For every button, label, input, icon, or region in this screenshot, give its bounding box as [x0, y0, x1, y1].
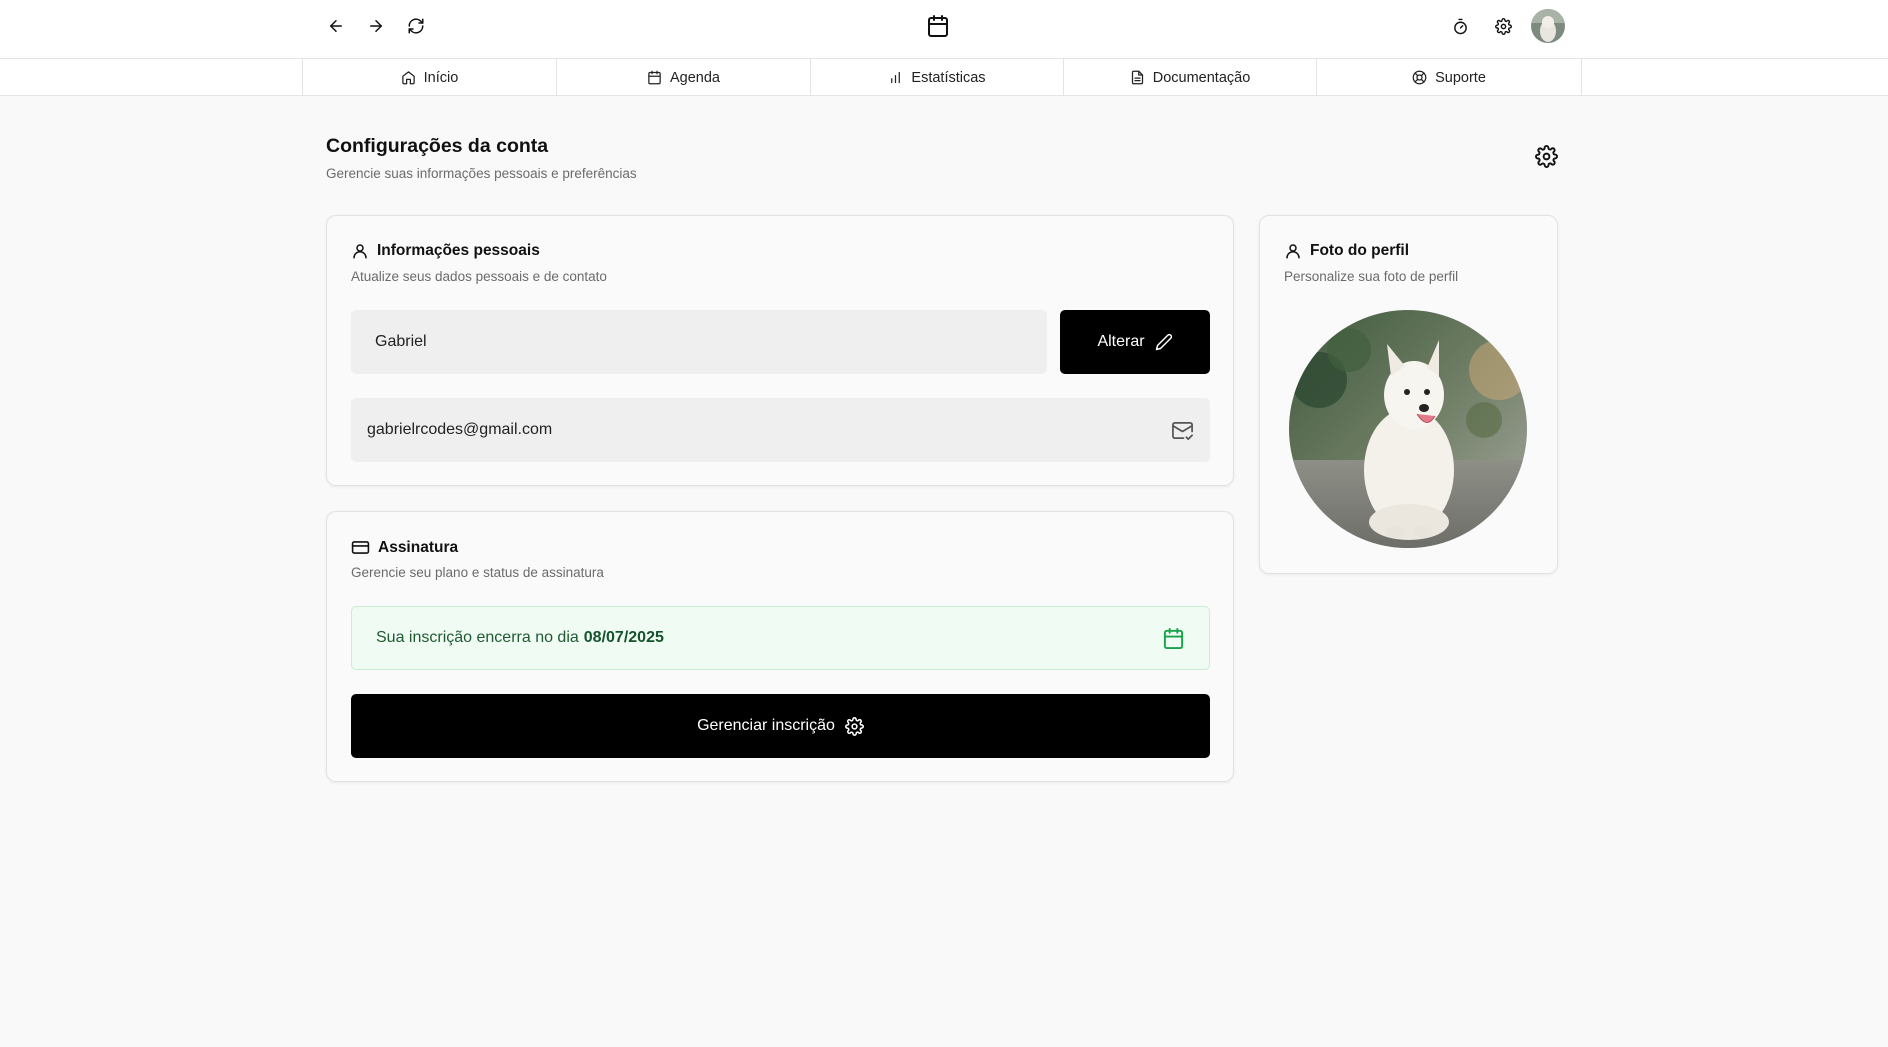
back-button[interactable]	[318, 8, 354, 44]
timer-button[interactable]	[1442, 8, 1478, 44]
subscription-status: Sua inscrição encerra no dia 08/07/2025	[351, 606, 1210, 670]
card-title: Foto do perfil	[1284, 242, 1409, 260]
bar-chart-icon	[891, 71, 901, 84]
change-name-button[interactable]: Alterar	[1060, 310, 1210, 374]
subscription-card: Assinatura Gerencie seu plano e status d…	[326, 511, 1234, 782]
mail-check-icon	[1172, 421, 1193, 440]
manage-button-label: Gerenciar inscrição	[697, 717, 835, 734]
pencil-icon	[1155, 333, 1172, 351]
arrow-left-icon	[330, 20, 342, 32]
user-avatar[interactable]	[1531, 9, 1565, 43]
gear-icon	[844, 716, 864, 736]
tab-label: Estatísticas	[911, 69, 986, 86]
home-icon	[401, 71, 415, 85]
tab-suporte[interactable]: Suporte	[1316, 59, 1582, 96]
refresh-icon	[408, 18, 424, 34]
stopwatch-icon	[1453, 18, 1467, 34]
page-title: Configurações da conta	[326, 135, 549, 157]
settings-button[interactable]	[1485, 8, 1521, 44]
card-subtitle: Atualize seus dados pessoais e de contat…	[351, 269, 607, 284]
gear-icon	[1494, 17, 1512, 35]
calendar-icon	[1163, 627, 1184, 650]
tab-agenda[interactable]: Agenda	[556, 59, 810, 96]
email-field-value: gabrielrcodes@gmail.com	[367, 421, 553, 438]
calendar-icon	[928, 15, 948, 37]
personal-info-card: Informações pessoais Atualize seus dados…	[326, 215, 1234, 486]
card-title-text: Informações pessoais	[377, 242, 540, 259]
refresh-button[interactable]	[398, 8, 434, 44]
tab-documentacao[interactable]: Documentação	[1063, 59, 1316, 96]
tab-label: Início	[423, 69, 459, 86]
card-title: Informações pessoais	[351, 242, 540, 260]
manage-subscription-button[interactable]: Gerenciar inscrição	[351, 694, 1210, 758]
tab-estatisticas[interactable]: Estatísticas	[810, 59, 1063, 96]
subscription-end-date: 08/07/2025	[583, 629, 664, 646]
forward-button[interactable]	[358, 8, 394, 44]
document-icon	[1131, 70, 1143, 85]
tab-label: Documentação	[1152, 69, 1251, 86]
app-logo[interactable]	[920, 8, 956, 44]
main-navigation: Início Agenda Estatísticas Documentação …	[0, 58, 1888, 96]
lifebuoy-icon	[1412, 70, 1427, 85]
card-title-text: Foto do perfil	[1310, 242, 1410, 259]
tab-inicio[interactable]: Início	[302, 59, 556, 96]
subscription-status-text: Sua inscrição encerra no dia	[376, 629, 579, 646]
calendar-icon	[648, 70, 661, 85]
gear-icon	[1534, 144, 1558, 168]
page-subtitle: Gerencie suas informações pessoais e pre…	[326, 166, 637, 181]
card-title: Assinatura	[351, 538, 458, 557]
user-icon	[353, 244, 367, 259]
top-bar	[0, 0, 1888, 58]
tab-label: Suporte	[1435, 69, 1486, 86]
user-icon	[1286, 244, 1300, 259]
card-subtitle: Personalize sua foto de perfil	[1284, 269, 1459, 284]
tab-label: Agenda	[670, 69, 720, 86]
name-field-value: Gabriel	[375, 333, 427, 350]
card-subtitle: Gerencie seu plano e status de assinatur…	[351, 565, 604, 580]
credit-card-icon	[351, 541, 370, 554]
arrow-right-icon	[370, 20, 382, 32]
name-field[interactable]: Gabriel	[351, 310, 1047, 374]
profile-photo[interactable]	[1289, 310, 1527, 548]
page-settings-button[interactable]	[1532, 142, 1560, 170]
card-title-text: Assinatura	[378, 538, 459, 556]
change-button-label: Alterar	[1097, 333, 1145, 350]
email-field[interactable]: gabrielrcodes@gmail.com	[351, 398, 1210, 462]
